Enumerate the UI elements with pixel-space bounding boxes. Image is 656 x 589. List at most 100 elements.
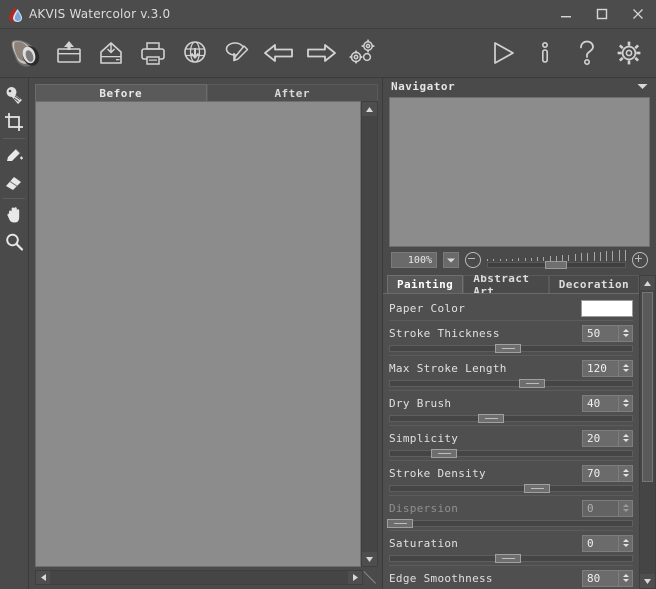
parameter-slider[interactable]: [389, 448, 633, 458]
tab-painting[interactable]: Painting: [387, 275, 464, 293]
parameter-divider: [389, 565, 633, 566]
divider-paper-color: [389, 320, 633, 321]
tab-before[interactable]: Before: [35, 84, 207, 101]
tab-abstract-art[interactable]: Abstract Art: [463, 275, 549, 298]
scroll-down-icon[interactable]: [362, 552, 377, 566]
scroll-right-icon[interactable]: [348, 571, 362, 584]
parameter-value-field[interactable]: 40: [582, 394, 618, 412]
quick-preview-tool[interactable]: [1, 82, 27, 108]
open-image-icon[interactable]: [48, 31, 90, 75]
print-image-icon[interactable]: [132, 31, 174, 75]
parameter-value-group: 40: [582, 394, 633, 412]
parameter-slider[interactable]: [387, 518, 633, 528]
navigator-title: Navigator: [391, 80, 456, 93]
parameter-slider[interactable]: [389, 413, 633, 423]
zoom-slider[interactable]: [487, 250, 626, 270]
close-button[interactable]: [620, 0, 656, 28]
help-question-icon[interactable]: [566, 31, 608, 75]
brush-logo-icon[interactable]: [6, 31, 48, 75]
scroll-up-icon[interactable]: [362, 102, 377, 116]
parameter-value-field[interactable]: 50: [582, 324, 618, 342]
minus-circle-icon[interactable]: [465, 252, 481, 268]
canvas-horizontal-scrollbar[interactable]: [35, 570, 363, 585]
right-panel: Navigator 100% Painting Abstract Art Dec…: [382, 78, 656, 589]
parameter-stepper[interactable]: [618, 464, 633, 482]
tools-palette: [0, 78, 29, 589]
parameter-slider-knob[interactable]: [431, 449, 458, 458]
parameter-value-field[interactable]: 0: [582, 534, 618, 552]
canvas-hscroll-track[interactable]: [50, 571, 348, 584]
undo-arrow-icon[interactable]: [258, 31, 300, 75]
parameter-divider: [389, 495, 633, 496]
hand-tool[interactable]: [1, 202, 27, 228]
zoom-value-field[interactable]: 100%: [391, 252, 437, 268]
plus-circle-icon[interactable]: [632, 252, 648, 268]
parameter-value-field[interactable]: 70: [582, 464, 618, 482]
canvas-vertical-scrollbar[interactable]: [361, 101, 378, 567]
save-image-icon[interactable]: [90, 31, 132, 75]
zoom-dropdown-chevron-down-icon[interactable]: [443, 252, 459, 268]
tab-decoration[interactable]: Decoration: [548, 275, 639, 293]
parameter-slider-track[interactable]: [389, 450, 633, 457]
settings-scroll-down-icon[interactable]: [640, 574, 655, 588]
history-brush-tool[interactable]: [1, 142, 27, 168]
parameter-divider: [389, 530, 633, 531]
minimize-button[interactable]: [548, 0, 584, 28]
tools-divider: [3, 138, 25, 139]
run-play-icon[interactable]: [482, 31, 524, 75]
crop-tool[interactable]: [1, 109, 27, 135]
parameter-stepper[interactable]: [618, 569, 633, 587]
info-icon[interactable]: [524, 31, 566, 75]
parameter-slider-track[interactable]: [389, 520, 633, 527]
parameter-slider-knob[interactable]: [494, 344, 521, 353]
parameter-value-group: 70: [582, 464, 633, 482]
parameter-slider[interactable]: [389, 483, 633, 493]
redo-arrow-icon[interactable]: [300, 31, 342, 75]
parameter-slider-knob[interactable]: [477, 414, 504, 423]
parameter-value-field[interactable]: 20: [582, 429, 618, 447]
maximize-button[interactable]: [584, 0, 620, 28]
parameter-slider-track[interactable]: [389, 380, 633, 387]
eraser-tool[interactable]: [1, 169, 27, 195]
navigator-header: Navigator: [383, 78, 656, 95]
settings-vertical-scrollbar[interactable]: [639, 275, 656, 589]
parameter-slider-knob[interactable]: [387, 519, 414, 528]
resize-grip[interactable]: [363, 570, 378, 585]
zoom-slider-knob[interactable]: [545, 261, 568, 269]
parameter-value-field[interactable]: 120: [582, 359, 618, 377]
parameter-slider-track[interactable]: [389, 485, 633, 492]
parameter-stepper[interactable]: [618, 394, 633, 412]
settings-scroll-thumb[interactable]: [642, 292, 653, 482]
parameter-slider-knob[interactable]: [524, 484, 551, 493]
chevron-down-icon[interactable]: [637, 83, 648, 90]
title-bar: AKVIS Watercolor v.3.0: [0, 0, 656, 29]
parameter-stepper[interactable]: [618, 499, 633, 517]
parameter-slider[interactable]: [389, 343, 633, 353]
parameter-stepper[interactable]: [618, 324, 633, 342]
settings-scroll-up-icon[interactable]: [640, 276, 655, 290]
parameter-stepper[interactable]: [618, 429, 633, 447]
image-area: Before After: [29, 78, 382, 589]
parameter-divider: [389, 460, 633, 461]
parameter-stepper[interactable]: [618, 359, 633, 377]
navigator-preview[interactable]: [389, 97, 650, 247]
parameter-slider[interactable]: [389, 553, 633, 563]
canvas-vscroll-track[interactable]: [362, 116, 377, 552]
zoom-tool[interactable]: [1, 229, 27, 255]
preferences-gear-icon[interactable]: [608, 31, 650, 75]
publish-online-icon[interactable]: [174, 31, 216, 75]
parameter-slider-knob[interactable]: [494, 554, 521, 563]
parameter-value-field[interactable]: 0: [582, 499, 618, 517]
tab-after[interactable]: After: [206, 84, 378, 101]
parameter-label: Edge Smoothness: [389, 571, 493, 585]
parameter-value-field[interactable]: 80: [582, 569, 618, 587]
parameter-slider-track[interactable]: [389, 415, 633, 422]
parameter-stepper[interactable]: [618, 534, 633, 552]
parameter-slider[interactable]: [389, 378, 633, 388]
image-canvas[interactable]: [35, 101, 361, 567]
scroll-left-icon[interactable]: [36, 571, 50, 584]
parameter-slider-knob[interactable]: [519, 379, 546, 388]
quick-edit-icon[interactable]: [216, 31, 258, 75]
batch-gears-icon[interactable]: [342, 31, 384, 75]
paper-color-swatch[interactable]: [581, 299, 633, 317]
